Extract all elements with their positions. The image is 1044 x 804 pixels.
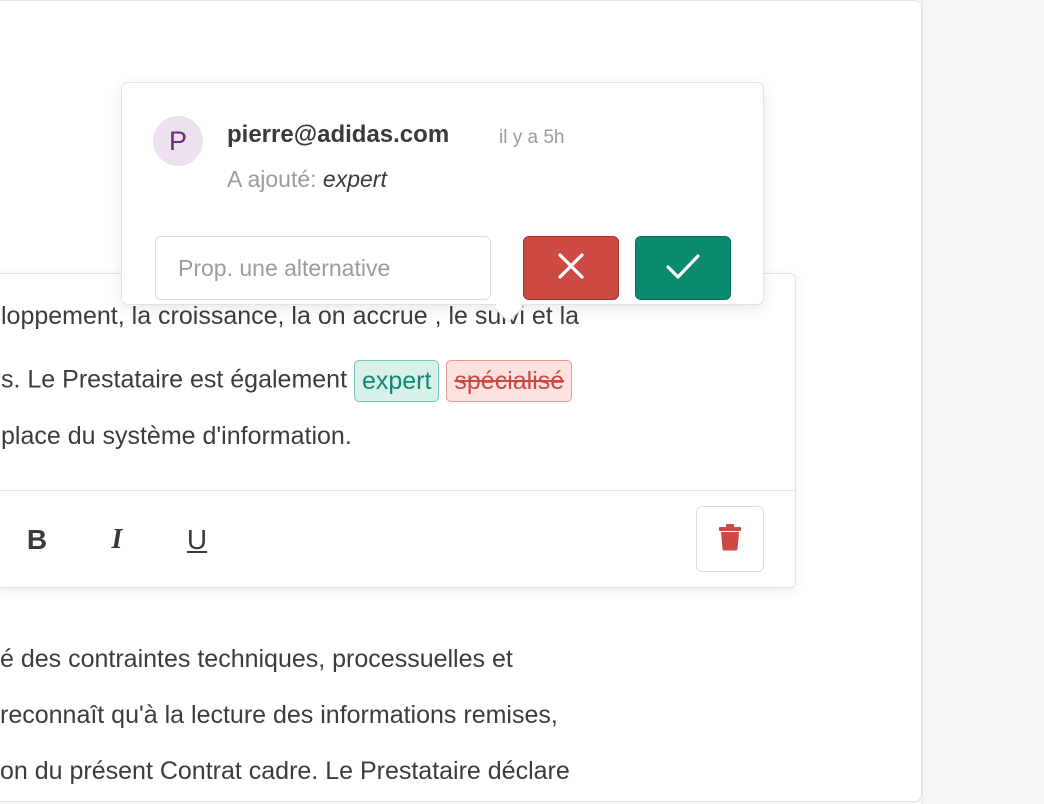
editor-line: loppement, la croissance, la on accrue ,… (1, 302, 580, 330)
action-label: A ajouté: (227, 166, 317, 192)
italic-button[interactable]: I (101, 520, 133, 560)
close-icon (556, 251, 586, 286)
editor-line-text: s. Le Prestataire est également (1, 365, 354, 394)
suggestion-description: A ajouté: expert (227, 166, 387, 193)
reject-button[interactable] (523, 236, 619, 300)
alternative-input[interactable] (155, 236, 491, 300)
editor-text-area[interactable]: loppement, la croissance, la on accrue ,… (0, 274, 795, 490)
action-word: expert (322, 166, 387, 192)
document-paragraph-line: on du présent Contrat cadre. Le Prestata… (0, 757, 570, 785)
document-paragraph-line: reconnaît qu'à la lecture des informatio… (0, 701, 558, 729)
right-sidebar (922, 0, 1044, 804)
author-email: pierre@adidas.com (227, 121, 450, 148)
removed-suggestion-chip[interactable]: spécialisé (446, 360, 573, 402)
check-icon (665, 252, 701, 285)
avatar: P (153, 116, 203, 166)
document-panel: loppement, la croissance, la on accrue ,… (0, 0, 922, 802)
bold-button[interactable]: B (21, 520, 53, 560)
editor-line: s. Le Prestataire est également expert s… (1, 360, 573, 402)
trash-icon (718, 523, 742, 556)
editor-line: place du système d'information. (1, 422, 352, 450)
toolbar-divider (0, 490, 795, 491)
delete-button[interactable] (696, 506, 764, 572)
suggestion-popover: P pierre@adidas.com il y a 5h A ajouté: … (121, 82, 764, 323)
underline-button[interactable]: U (181, 520, 213, 560)
added-suggestion-chip[interactable]: expert (353, 360, 440, 402)
accept-button[interactable] (635, 236, 731, 300)
editor-card: loppement, la croissance, la on accrue ,… (0, 273, 796, 588)
document-paragraph-line: é des contraintes techniques, processuel… (0, 645, 513, 673)
timestamp: il y a 5h (499, 127, 565, 148)
